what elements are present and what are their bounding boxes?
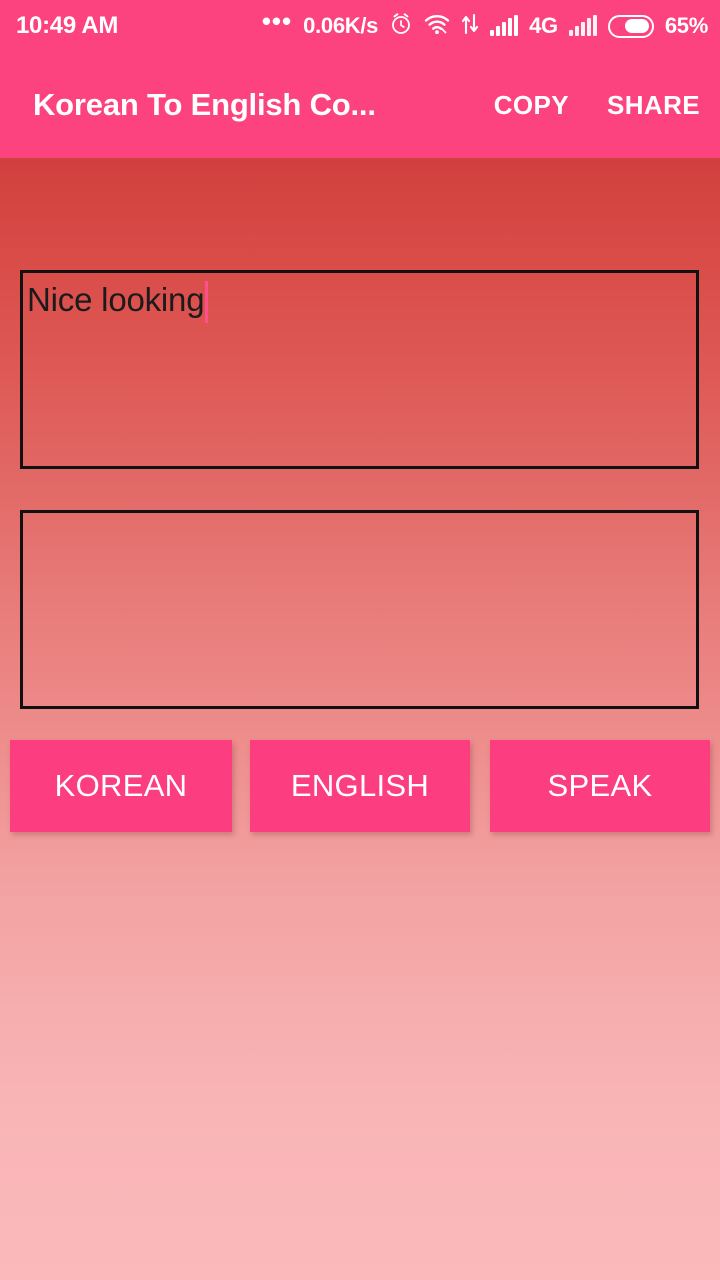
- korean-button[interactable]: KOREAN: [10, 740, 232, 832]
- app-bar: Korean To English Co... COPY SHARE: [0, 52, 720, 158]
- text-cursor: [205, 281, 209, 323]
- overflow-dots-icon: •••: [261, 6, 293, 36]
- network-type-label: 4G: [529, 13, 558, 38]
- status-bar-icons: ••• 0.06K/s 4G 65%: [261, 6, 708, 41]
- source-text-input[interactable]: Nice looking: [20, 270, 699, 469]
- page-title: Korean To English Co...: [33, 87, 376, 122]
- battery-fill: [625, 19, 650, 33]
- translated-text-output[interactable]: [20, 510, 699, 709]
- copy-button[interactable]: COPY: [494, 90, 569, 121]
- source-text-value: Nice looking: [27, 281, 205, 318]
- data-transfer-icon: [461, 13, 479, 40]
- share-button[interactable]: SHARE: [607, 90, 700, 121]
- wifi-icon: [424, 13, 450, 40]
- signal-icon: [490, 15, 519, 36]
- app-screen: 10:49 AM ••• 0.06K/s 4G 65% Korean To En…: [0, 0, 720, 1280]
- status-bar-clock: 10:49 AM: [16, 12, 119, 39]
- speak-button[interactable]: SPEAK: [490, 740, 710, 832]
- battery-percent-label: 65%: [664, 13, 708, 38]
- battery-icon: [607, 14, 654, 38]
- status-bar: 10:49 AM ••• 0.06K/s 4G 65%: [0, 0, 720, 52]
- app-bar-actions: COPY SHARE: [494, 90, 700, 121]
- network-speed-label: 0.06K/s: [303, 13, 379, 38]
- english-button[interactable]: ENGLISH: [250, 740, 470, 832]
- signal-icon-2: [568, 15, 597, 36]
- alarm-icon: [389, 12, 413, 41]
